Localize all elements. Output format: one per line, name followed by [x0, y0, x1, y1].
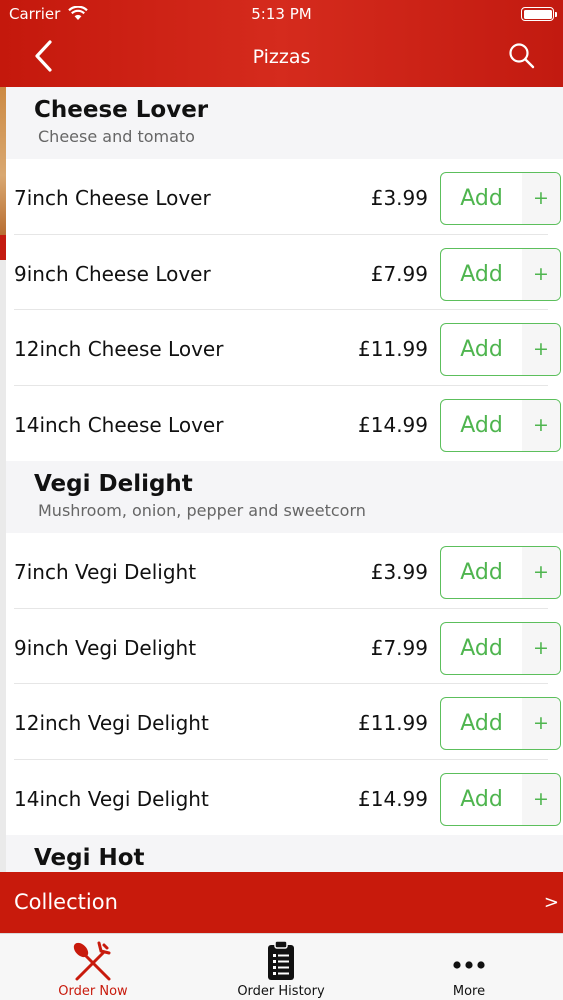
item-price: £14.99: [358, 786, 428, 811]
page-title: Pizzas: [252, 46, 311, 68]
app-header: Carrier 5:13 PM Pizzas: [0, 0, 563, 87]
menu-list[interactable]: Cheese Lover Cheese and tomato 7inch Che…: [0, 87, 563, 872]
item-name: 14inch Vegi Delight: [14, 786, 209, 811]
item-name: 7inch Cheese Lover: [14, 186, 211, 210]
item-price: £7.99: [370, 261, 428, 286]
list-item: 7inch Cheese Lover £3.99 Add +: [6, 159, 563, 235]
add-label: Add: [460, 786, 503, 812]
list-item: 9inch Vegi Delight £7.99 Add +: [6, 608, 563, 684]
add-label: Add: [460, 337, 503, 362]
section-title: Cheese Lover: [34, 97, 209, 123]
item-price: £11.99: [358, 711, 428, 735]
add-button[interactable]: Add +: [440, 323, 561, 376]
plus-icon: +: [522, 173, 560, 224]
clipboard-list-icon: [268, 940, 294, 980]
add-label: Add: [460, 635, 503, 661]
list-item: 9inch Cheese Lover £7.99 Add +: [6, 234, 563, 310]
list-item: 7inch Vegi Delight £3.99 Add +: [6, 533, 563, 609]
add-button[interactable]: Add +: [440, 546, 561, 599]
fork-spoon-icon: [73, 941, 111, 981]
add-label: Add: [460, 412, 503, 438]
plus-icon: +: [522, 324, 560, 375]
add-button[interactable]: Add +: [440, 772, 561, 826]
item-name: 7inch Vegi Delight: [14, 560, 197, 584]
item-price: £3.99: [370, 560, 428, 584]
add-button[interactable]: Add +: [440, 172, 561, 225]
section-header-vegi-hot: Vegi Hot: [6, 835, 563, 872]
plus-icon: +: [522, 698, 560, 749]
item-name: 12inch Vegi Delight: [14, 711, 209, 735]
list-item: 14inch Cheese Lover £14.99 Add +: [6, 385, 563, 461]
plus-icon: +: [522, 547, 560, 598]
item-price: £7.99: [370, 635, 428, 660]
item-name: 9inch Vegi Delight: [14, 635, 197, 660]
plus-icon: +: [522, 248, 560, 300]
tab-label: More: [452, 984, 486, 999]
tab-label: Order History: [237, 984, 325, 999]
list-item: 12inch Vegi Delight £11.99 Add +: [6, 684, 563, 760]
chevron-right-icon: >: [543, 892, 559, 913]
add-label: Add: [460, 186, 503, 211]
plus-icon: +: [522, 399, 560, 451]
list-item: 14inch Vegi Delight £14.99 Add +: [6, 759, 563, 835]
section-header-vegi-delight: Vegi Delight Mushroom, onion, pepper and…: [6, 461, 563, 533]
add-label: Add: [460, 711, 503, 736]
section-description: Cheese and tomato: [38, 127, 195, 146]
section-title: Vegi Hot: [34, 845, 145, 871]
add-label: Add: [460, 560, 503, 585]
tab-label: Order Now: [58, 984, 128, 999]
tab-more[interactable]: More: [394, 934, 544, 1000]
item-price: £3.99: [370, 186, 428, 210]
ellipsis-icon: [453, 961, 485, 969]
item-price: £11.99: [358, 337, 428, 361]
section-description: Mushroom, onion, pepper and sweetcorn: [38, 501, 366, 520]
battery-icon: [521, 7, 557, 21]
collection-label: Collection: [14, 890, 118, 914]
plus-icon: +: [522, 622, 560, 674]
item-name: 14inch Cheese Lover: [14, 412, 224, 437]
plus-icon: +: [522, 773, 560, 825]
status-bar: Carrier 5:13 PM: [0, 0, 563, 30]
add-button[interactable]: Add +: [440, 697, 561, 750]
item-name: 9inch Cheese Lover: [14, 261, 211, 286]
item-name: 12inch Cheese Lover: [14, 337, 224, 361]
add-label: Add: [460, 261, 503, 287]
tab-bar: Order Now Order History More: [0, 933, 563, 1000]
collection-bar[interactable]: Collection >: [0, 872, 563, 933]
add-button[interactable]: Add +: [440, 398, 561, 452]
tab-order-now[interactable]: Order Now: [18, 934, 168, 1000]
add-button[interactable]: Add +: [440, 247, 561, 301]
add-button[interactable]: Add +: [440, 621, 561, 675]
clock: 5:13 PM: [251, 5, 312, 23]
section-header-cheese-lover: Cheese Lover Cheese and tomato: [6, 87, 563, 159]
tab-order-history[interactable]: Order History: [206, 934, 356, 1000]
list-item: 12inch Cheese Lover £11.99 Add +: [6, 310, 563, 386]
search-icon[interactable]: [507, 41, 537, 71]
section-title: Vegi Delight: [34, 471, 193, 497]
item-price: £14.99: [358, 412, 428, 437]
